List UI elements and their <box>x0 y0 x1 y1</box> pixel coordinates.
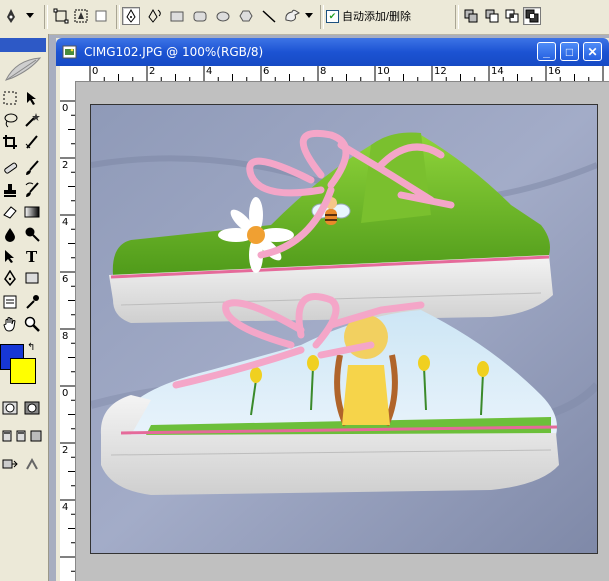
minimize-button[interactable]: _ <box>537 42 556 61</box>
polygon-tool-icon[interactable] <box>237 7 255 25</box>
background-color-swatch[interactable] <box>10 358 36 384</box>
document-titlebar[interactable]: CIMG102.JPG @ 100%(RGB/8) _ □ ✕ <box>56 38 609 66</box>
document-title: CIMG102.JPG @ 100%(RGB/8) <box>84 45 264 59</box>
dodge-icon[interactable] <box>22 224 42 244</box>
ruler-h-label: 14 <box>491 66 504 77</box>
healing-icon[interactable] <box>0 158 20 178</box>
lasso-icon[interactable] <box>0 110 20 130</box>
line-tool-icon[interactable] <box>260 7 278 25</box>
ruler-v-label: 4 <box>62 502 69 513</box>
ruler-origin[interactable] <box>60 66 76 82</box>
ruler-h-label: 12 <box>434 66 447 77</box>
standard-mode-icon[interactable] <box>0 398 20 418</box>
ruler-v-label: 0 <box>62 388 69 399</box>
preset-dropdown-icon[interactable] <box>24 7 36 25</box>
ruler-h-label: 16 <box>548 66 561 77</box>
slice-icon[interactable] <box>22 132 42 152</box>
intersect-shape-icon[interactable] <box>503 7 521 25</box>
stamp-icon[interactable] <box>0 180 20 200</box>
screen-mode-full-icon[interactable] <box>28 426 48 446</box>
canvas-area[interactable]: 0 2 4 6 8 10 12 14 16 0 2 4 6 8 0 2 4 <box>60 66 609 581</box>
ruler-h-label: 2 <box>149 66 156 77</box>
ruler-v-label: 2 <box>62 160 69 171</box>
minimize-icon: _ <box>543 44 550 59</box>
brush-icon[interactable] <box>22 158 42 178</box>
maximize-icon: □ <box>565 44 574 59</box>
options-bar: ✔ 自动添加/删除 <box>0 0 609 35</box>
shoes-photo <box>89 105 600 553</box>
ruler-v-label: 2 <box>62 445 69 456</box>
shape-dropdown-icon[interactable] <box>304 7 314 25</box>
imageready-icon[interactable] <box>22 454 42 474</box>
type-icon[interactable]: T <box>22 246 42 266</box>
document-image[interactable] <box>89 104 600 554</box>
move-icon[interactable] <box>22 88 42 108</box>
ruler-v-label: 0 <box>62 103 69 114</box>
pen-icon[interactable] <box>122 7 140 25</box>
eraser-icon[interactable] <box>0 202 20 222</box>
ruler-h-label: 8 <box>320 66 327 77</box>
ruler-h-label: 10 <box>377 66 390 77</box>
feather-logo-icon[interactable] <box>2 54 42 84</box>
toolbox: T ↰ <box>0 34 49 581</box>
zoom-icon[interactable] <box>22 314 42 334</box>
ruler-v-label: 4 <box>62 217 69 228</box>
separator <box>455 5 459 29</box>
maximize-button[interactable]: □ <box>560 42 579 61</box>
ruler-h-label: 0 <box>92 66 99 77</box>
photoshop-document-icon <box>62 44 78 60</box>
document-window: CIMG102.JPG @ 100%(RGB/8) _ □ ✕ 0 2 4 6 … <box>56 38 609 581</box>
horizontal-ruler[interactable]: 0 2 4 6 8 10 12 14 16 <box>75 66 609 82</box>
ruler-h-label: 6 <box>263 66 270 77</box>
swap-colors-icon[interactable]: ↰ <box>27 342 35 353</box>
notes-icon[interactable] <box>0 292 20 312</box>
separator <box>44 5 48 29</box>
blur-icon[interactable] <box>0 224 20 244</box>
history-brush-icon[interactable] <box>22 180 42 200</box>
jump-to-imageready-icon[interactable] <box>0 454 20 474</box>
custom-shape-tool-icon[interactable] <box>283 7 301 25</box>
svg-text:T: T <box>26 248 38 264</box>
magic-wand-icon[interactable] <box>22 110 42 130</box>
vertical-ruler[interactable]: 0 2 4 6 8 0 2 4 <box>60 81 76 581</box>
toolbox-titlebar[interactable] <box>0 38 46 52</box>
checkbox-check-icon[interactable]: ✔ <box>326 9 339 23</box>
combine-shape-icon[interactable] <box>462 7 480 25</box>
path-select-icon[interactable] <box>0 246 20 266</box>
rectangle-tool-icon[interactable] <box>168 7 186 25</box>
ruler-v-label: 8 <box>62 331 69 342</box>
quick-mask-icon[interactable] <box>22 398 42 418</box>
paths-mode-icon[interactable] <box>72 7 90 25</box>
gradient-icon[interactable] <box>22 202 42 222</box>
rounded-rectangle-tool-icon[interactable] <box>191 7 209 25</box>
separator <box>320 5 324 29</box>
shape-icon[interactable] <box>22 268 42 288</box>
shape-layers-icon[interactable] <box>52 7 70 25</box>
marquee-icon[interactable] <box>0 88 20 108</box>
hand-icon[interactable] <box>0 314 20 334</box>
subtract-shape-icon[interactable] <box>483 7 501 25</box>
close-icon: ✕ <box>587 44 598 59</box>
pen-icon[interactable] <box>0 268 20 288</box>
auto-add-delete-label: 自动添加/删除 <box>342 11 412 23</box>
separator <box>116 5 120 29</box>
crop-icon[interactable] <box>0 132 20 152</box>
exclude-shape-icon[interactable] <box>523 7 541 25</box>
eyedropper-icon[interactable] <box>22 292 42 312</box>
freeform-pen-icon[interactable] <box>146 7 164 25</box>
fill-pixels-icon[interactable] <box>92 7 110 25</box>
pen-tool-preset-icon[interactable] <box>2 7 20 25</box>
auto-add-delete-checkbox[interactable]: ✔ 自动添加/删除 <box>326 8 411 24</box>
ellipse-tool-icon[interactable] <box>214 7 232 25</box>
ruler-h-label: 4 <box>206 66 213 77</box>
close-button[interactable]: ✕ <box>583 42 602 61</box>
ruler-v-label: 6 <box>62 274 69 285</box>
